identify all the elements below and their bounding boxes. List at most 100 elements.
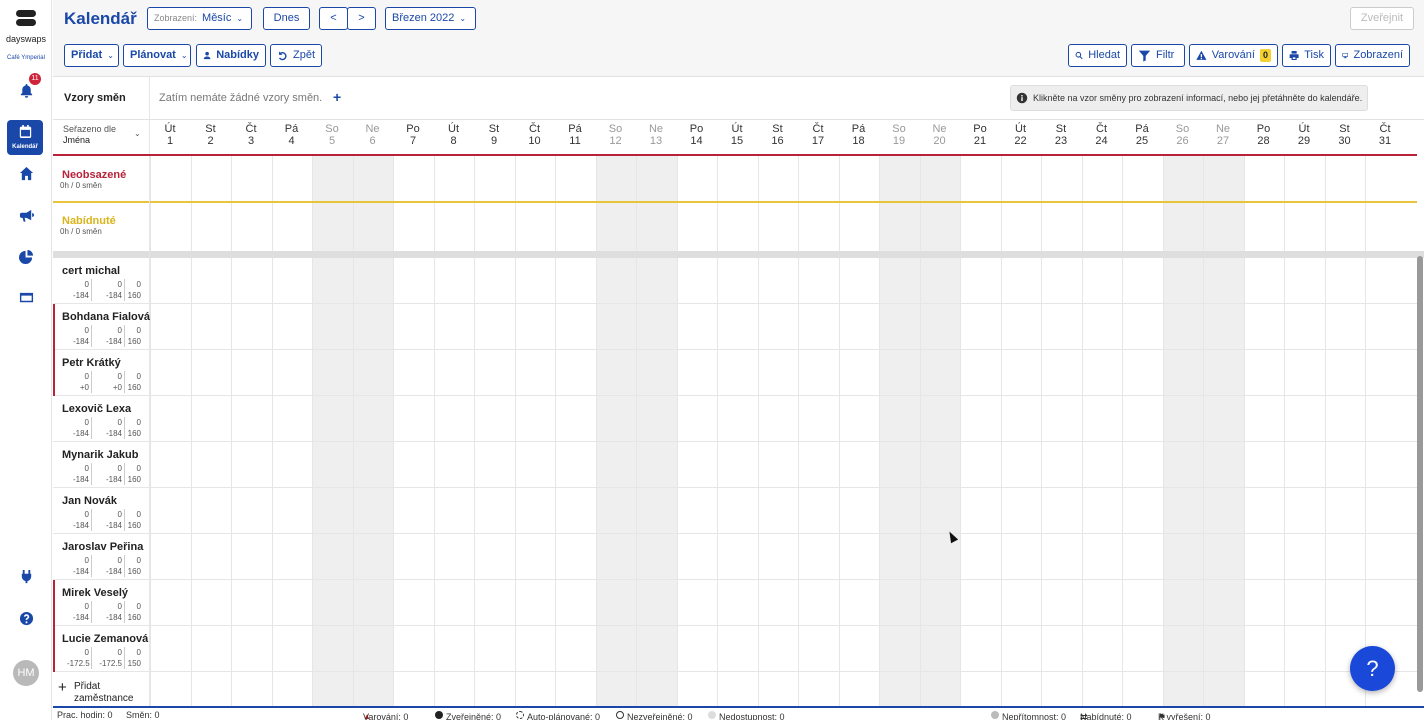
day-header: St 2 — [191, 123, 231, 147]
employee-row[interactable]: Lucie Zemanová 0 -172.5 0 -172.5 0 150 — [53, 626, 1417, 672]
day-weekday: Út — [1298, 123, 1310, 135]
employee-name[interactable]: Mirek Veselý — [62, 587, 128, 599]
view-select[interactable]: Zobrazení: Měsíc ⌄ — [147, 7, 252, 30]
day-number: 23 — [1054, 135, 1068, 147]
employee-name[interactable]: Jaroslav Peřina — [62, 541, 143, 553]
day-header: Po 14 — [677, 123, 717, 147]
add-employee-button[interactable]: + Přidat zaměstnance — [53, 670, 150, 706]
employee-row[interactable]: Lexovič Lexa 0 -184 0 -184 0 160 — [53, 396, 1417, 442]
stat-diff: -184 — [105, 429, 122, 438]
printer-icon — [1289, 51, 1299, 60]
chevron-down-icon: ⌄ — [180, 51, 188, 60]
employee-name[interactable]: Lexovič Lexa — [62, 403, 131, 415]
nav-help[interactable] — [14, 606, 38, 630]
add-button[interactable]: Přidat ⌄ — [64, 44, 119, 67]
user-avatar[interactable]: HM — [13, 660, 39, 686]
prev-button[interactable]: < — [319, 7, 348, 30]
print-button[interactable]: Tisk — [1282, 44, 1331, 67]
stat-target: 160 — [127, 337, 141, 346]
employee-flag-bar — [53, 580, 55, 626]
day-weekday: So — [325, 123, 339, 135]
nav-home[interactable] — [14, 161, 38, 185]
day-header: Út 29 — [1284, 123, 1324, 147]
stat-target: 160 — [127, 613, 141, 622]
status-bar: Prac. hodin: 0 Směn: 0 ▲ Varování: 0 Zve… — [53, 706, 1424, 720]
status-published: Zveřejněné: 0 — [435, 710, 501, 720]
toolbar: Kalendář Zobrazení: Měsíc ⌄ Dnes < > Bře… — [53, 0, 1424, 76]
stat-diff: -184 — [105, 291, 122, 300]
employee-name[interactable]: Lucie Zemanová — [62, 633, 148, 645]
employee-flag-bar — [53, 626, 55, 672]
day-number: 26 — [1176, 135, 1189, 147]
employee-row[interactable]: Petr Krátký 0 +0 0 +0 0 160 — [53, 350, 1417, 396]
period-select[interactable]: Březen 2022 ⌄ — [385, 7, 476, 30]
warnings-count-badge: 0 — [1259, 49, 1271, 62]
nav-reports[interactable] — [14, 244, 38, 268]
unpublished-dot-icon — [616, 711, 624, 719]
day-number: 10 — [528, 135, 541, 147]
employee-name[interactable]: cert michal — [62, 265, 120, 277]
employee-name[interactable]: Bohdana Fialová — [62, 311, 150, 323]
display-button[interactable]: Zobrazení — [1335, 44, 1410, 67]
filter-button[interactable]: Filtr — [1131, 44, 1185, 67]
status-auto: Auto-plánované: 0 — [516, 710, 600, 720]
employee-name[interactable]: Jan Novák — [62, 495, 117, 507]
sort-label: Seřazeno dle — [63, 124, 117, 134]
offers-button[interactable]: Nabídky — [196, 44, 266, 67]
add-template-button[interactable]: + — [333, 89, 341, 105]
employee-stat-target: 0 160 — [125, 325, 141, 347]
search-button[interactable]: Hledat — [1068, 44, 1127, 67]
employee-name[interactable]: Mynarik Jakub — [62, 449, 138, 461]
plan-button[interactable]: Plánovat ⌄ — [123, 44, 191, 67]
next-button[interactable]: > — [347, 7, 376, 30]
stat-value: 0 — [136, 648, 141, 657]
undo-icon — [278, 51, 287, 61]
stat-target: 160 — [127, 291, 141, 300]
logo-icon — [16, 10, 36, 26]
undo-button[interactable]: Zpět — [270, 44, 322, 67]
day-header: St 9 — [474, 123, 514, 147]
day-number: 25 — [1135, 135, 1149, 147]
brand-logo[interactable]: dayswaps — [0, 10, 52, 44]
sort-select[interactable]: Seřazeno dle Jména ⌄ — [53, 120, 150, 154]
stat-value: 0 — [84, 280, 89, 289]
help-chat-button[interactable]: ? — [1350, 646, 1395, 691]
day-weekday: Čt — [1096, 123, 1107, 135]
nav-integrations[interactable] — [14, 564, 38, 588]
stat-value: 0 — [84, 602, 89, 611]
stat-diff: -184 — [72, 337, 89, 346]
nav-announcements[interactable] — [14, 203, 38, 227]
publish-button[interactable]: Zveřejnit — [1350, 7, 1414, 30]
nav-calendar[interactable]: Kalendář — [7, 120, 43, 155]
day-number: 2 — [207, 135, 214, 147]
employee-row[interactable]: Bohdana Fialová 0 -184 0 -184 0 160 — [53, 304, 1417, 350]
day-header: Ne 20 — [920, 123, 960, 147]
warnings-button[interactable]: Varování 0 — [1189, 44, 1278, 67]
status-resolve-text: K vyřešení: 0 — [1158, 712, 1211, 720]
stat-diff: -184 — [105, 567, 122, 576]
employee-name[interactable]: Petr Krátký — [62, 357, 121, 369]
bell-icon — [20, 83, 32, 98]
employee-row[interactable]: Jan Novák 0 -184 0 -184 0 160 — [53, 488, 1417, 534]
employee-row[interactable]: Mynarik Jakub 0 -184 0 -184 0 160 — [53, 442, 1417, 488]
employee-row[interactable]: Mirek Veselý 0 -184 0 -184 0 160 — [53, 580, 1417, 626]
stat-diff: +0 — [79, 383, 89, 392]
employee-row[interactable]: Jaroslav Peřina 0 -184 0 -184 0 160 — [53, 534, 1417, 580]
offered-row[interactable]: Nabídnuté 0h / 0 směn — [53, 203, 1417, 249]
company-name[interactable]: Café Ymperial — [0, 55, 52, 61]
home-icon — [19, 166, 33, 180]
stat-value: 0 — [84, 464, 89, 473]
scrollbar[interactable] — [1417, 256, 1423, 692]
stat-value: 0 — [117, 418, 122, 427]
stat-diff: -184 — [105, 337, 122, 346]
employee-row[interactable]: cert michal 0 -184 0 -184 0 160 — [53, 258, 1417, 304]
day-number: 9 — [490, 135, 498, 147]
day-header: Čt 10 — [515, 123, 555, 147]
nav-settings[interactable] — [14, 285, 38, 309]
notifications-button[interactable]: 11 — [14, 73, 41, 102]
stat-value: 0 — [84, 648, 89, 657]
today-button[interactable]: Dnes — [263, 7, 310, 30]
day-header: Út 22 — [1001, 123, 1041, 147]
unassigned-row[interactable]: Neobsazené 0h / 0 směn — [53, 156, 1417, 202]
auto-dot-icon — [516, 711, 524, 719]
